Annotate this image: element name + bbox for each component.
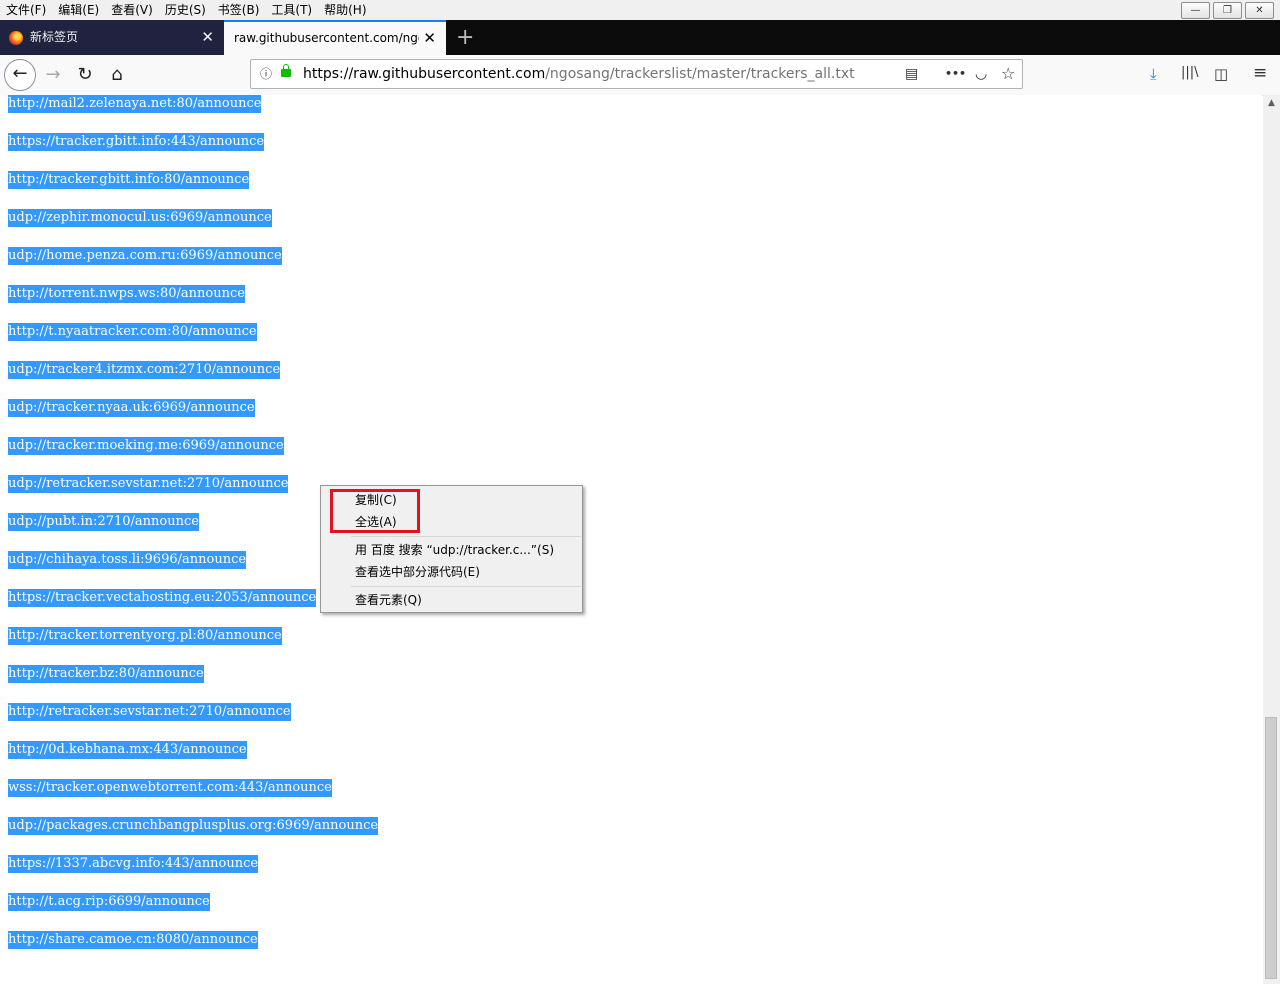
text-line: https://1337.abcvg.info:443/announce xyxy=(8,855,259,873)
text-line: http://tracker.torrentyorg.pl:80/announc… xyxy=(8,627,282,645)
context-menu-view-selection-source[interactable]: 查看选中部分源代码(E) xyxy=(355,562,480,582)
new-tab-button[interactable]: + xyxy=(456,20,474,55)
close-tab-icon[interactable]: ✕ xyxy=(201,20,214,55)
url-path: /ngosang/trackerslist/master/trackers_al… xyxy=(545,66,855,82)
page-actions-icon[interactable]: ••• xyxy=(945,60,966,88)
text-line: http://t.acg.rip:6699/announce xyxy=(8,893,210,911)
text-line: udp://chihaya.toss.li:9696/announce xyxy=(8,551,247,569)
menu-tools[interactable]: 工具(T) xyxy=(265,0,312,20)
menu-edit[interactable]: 编辑(E) xyxy=(52,0,99,20)
back-button[interactable]: ← xyxy=(4,59,36,91)
text-line: udp://zephir.monocul.us:6969/announce xyxy=(8,209,272,227)
tab-title: 新标签页 xyxy=(30,30,79,44)
bookmark-star-icon[interactable]: ☆ xyxy=(1001,60,1015,88)
close-window-button[interactable]: ✕ xyxy=(1245,2,1274,19)
lock-icon xyxy=(281,64,291,77)
menu-help[interactable]: 帮助(H) xyxy=(318,0,366,20)
text-line: https://tracker.vectahosting.eu:2053/ann… xyxy=(8,589,317,607)
tab-title: raw.githubusercontent.com/ngos xyxy=(234,31,419,45)
scroll-up-arrow[interactable]: ▲ xyxy=(1263,95,1280,112)
close-tab-icon[interactable]: ✕ xyxy=(423,22,436,55)
context-menu-inspect-element[interactable]: 查看元素(Q) xyxy=(355,590,422,610)
pocket-icon[interactable]: ◡ xyxy=(975,60,987,88)
reload-button[interactable]: ↻ xyxy=(70,60,100,90)
text-line: https://tracker.gbitt.info:443/announce xyxy=(8,133,265,151)
menu-view[interactable]: 查看(V) xyxy=(105,0,153,20)
text-line: wss://tracker.openwebtorrent.com:443/ann… xyxy=(8,779,332,797)
download-icon[interactable]: ⤓ xyxy=(1150,65,1157,83)
tab-trackers-all[interactable]: raw.githubusercontent.com/ngos ✕ xyxy=(224,20,446,55)
menu-separator xyxy=(351,536,581,537)
context-menu-search-baidu[interactable]: 用 百度 搜索 “udp://tracker.c...”(S) xyxy=(355,540,554,560)
text-line: udp://packages.crunchbangplusplus.org:69… xyxy=(8,817,379,835)
menu-history[interactable]: 历史(S) xyxy=(159,0,206,20)
text-line: http://0d.kebhana.mx:443/announce xyxy=(8,741,247,759)
text-line: udp://pubt.in:2710/announce xyxy=(8,513,199,531)
tab-strip: 新标签页 ✕ raw.githubusercontent.com/ngos ✕ … xyxy=(0,20,1280,55)
text-line: http://tracker.bz:80/announce xyxy=(8,665,204,683)
reader-view-icon[interactable]: ▤ xyxy=(905,60,918,88)
hamburger-menu-icon[interactable]: ≡ xyxy=(1253,63,1267,83)
text-line: http://t.nyaatracker.com:80/announce xyxy=(8,323,257,341)
home-button[interactable]: ⌂ xyxy=(102,60,132,90)
text-line: http://torrent.nwps.ws:80/announce xyxy=(8,285,245,303)
text-line: udp://retracker.sevstar.net:2710/announc… xyxy=(8,475,289,493)
text-line: http://mail2.zelenaya.net:80/announce xyxy=(8,95,262,113)
library-icon[interactable]: |||\ xyxy=(1181,65,1199,80)
scroll-thumb[interactable] xyxy=(1265,717,1277,979)
tab-new-tab-page[interactable]: 新标签页 ✕ xyxy=(0,20,224,55)
annotation-highlight-box xyxy=(330,489,420,533)
navigation-toolbar: ← → ↻ ⌂ ⓘ https://raw.githubusercontent.… xyxy=(0,55,1280,96)
sidebar-icon[interactable]: ◫ xyxy=(1214,65,1228,83)
text-line: http://share.camoe.cn:8080/announce xyxy=(8,931,258,949)
text-line: udp://tracker4.itzmx.com:2710/announce xyxy=(8,361,281,379)
text-line: udp://home.penza.com.ru:6969/announce xyxy=(8,247,282,265)
page-content[interactable]: http://mail2.zelenaya.net:80/announce htt… xyxy=(0,95,1262,984)
text-line: http://tracker.gbitt.info:80/announce xyxy=(8,171,250,189)
vertical-scrollbar[interactable]: ▲ xyxy=(1263,95,1280,984)
menu-bar: 文件(F) 编辑(E) 查看(V) 历史(S) 书签(B) 工具(T) 帮助(H) — ❐ … xyxy=(0,0,1280,20)
minimize-button[interactable]: — xyxy=(1181,2,1210,19)
menu-bookmarks[interactable]: 书签(B) xyxy=(212,0,260,20)
menu-file[interactable]: 文件(F) xyxy=(0,0,46,20)
firefox-icon xyxy=(9,31,23,45)
text-line: udp://tracker.nyaa.uk:6969/announce xyxy=(8,399,255,417)
text-line: http://retracker.sevstar.net:2710/announ… xyxy=(8,703,291,721)
url-text[interactable]: https://raw.githubusercontent.com/ngosan… xyxy=(303,60,855,88)
url-host: https://raw.githubusercontent.com xyxy=(303,66,546,82)
info-icon[interactable]: ⓘ xyxy=(260,60,272,88)
url-bar[interactable]: ⓘ https://raw.githubusercontent.com/ngos… xyxy=(250,59,1023,89)
menu-separator xyxy=(351,586,581,587)
text-line: udp://tracker.moeking.me:6969/announce xyxy=(8,437,284,455)
restore-button[interactable]: ❐ xyxy=(1213,2,1242,19)
forward-button[interactable]: → xyxy=(38,60,68,90)
